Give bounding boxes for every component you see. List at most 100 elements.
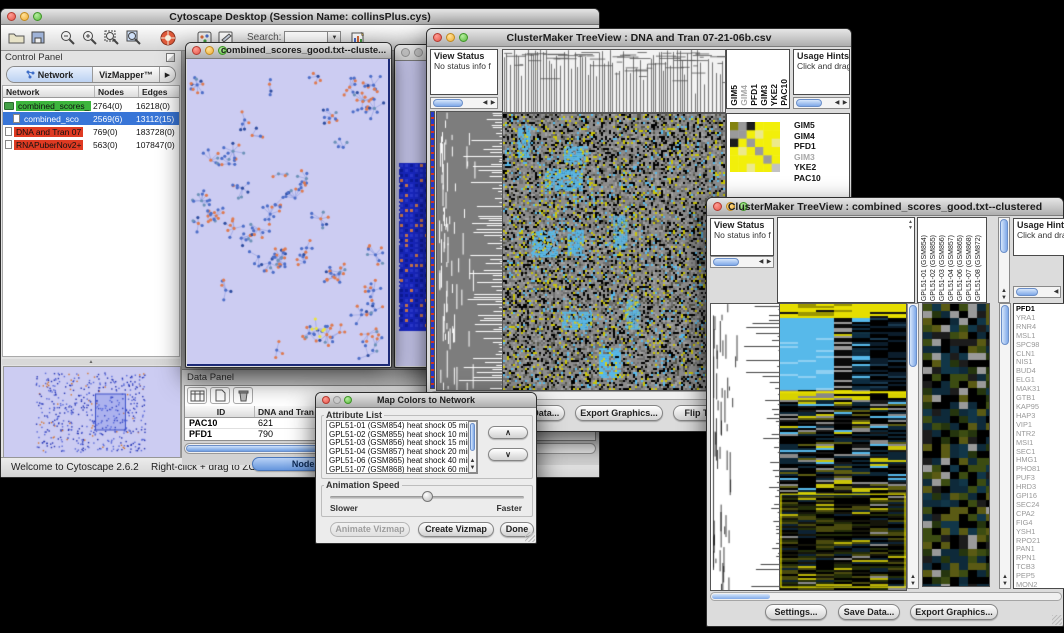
view-status-title: View Status <box>711 219 773 230</box>
treeview2-titlebar[interactable]: ClusterMaker TreeView : combined_scores_… <box>707 198 1063 216</box>
slider-thumb[interactable] <box>422 491 433 502</box>
network-row-rnapuber[interactable]: RNAPuberNov2+ 563(0) 107847(0) <box>3 138 179 151</box>
gene-label[interactable]: GIM3 <box>794 152 821 163</box>
gene-label[interactable]: GIM5 <box>794 120 821 131</box>
tv2-gene-list-panel: PFD1YRA1RNR4MSL1SPC98CLN1NIS1BUD4ELG1MAK… <box>1013 303 1064 589</box>
tab-overflow-arrow[interactable]: ▶ <box>160 67 175 82</box>
col-edges[interactable]: Edges <box>139 86 179 97</box>
gene-label[interactable]: MON2 <box>1016 581 1064 589</box>
main-titlebar[interactable]: Cytoscape Desktop (Session Name: collins… <box>1 9 599 25</box>
scroll-right-icon[interactable]: ▶ <box>765 258 773 266</box>
attribute-items: GPL51-01 (GSM854) heat shock 05 minGPL51… <box>327 421 477 474</box>
tv2-labels-vscrollbar[interactable]: ▲▼ <box>998 217 1010 303</box>
scroll-arrows[interactable]: ▲▼ <box>908 574 918 588</box>
tv2-column-dendrogram-panel[interactable]: ▲▼ <box>777 217 915 303</box>
control-panel: Control Panel Network VizMapper™ ▶ Netwo… <box>1 51 182 459</box>
network-overview-canvas[interactable] <box>3 366 181 458</box>
tv2-row-dendrogram-canvas[interactable] <box>710 303 780 591</box>
attribute-listbox[interactable]: GPL51-01 (GSM854) heat shock 05 minGPL51… <box>326 420 478 474</box>
scroll-left-icon[interactable]: ◀ <box>757 258 765 266</box>
move-down-button[interactable]: ∨ <box>488 448 528 461</box>
attribute-select-icon[interactable] <box>187 387 207 404</box>
gene-label[interactable]: GIM4 <box>794 131 821 142</box>
network-canvas[interactable] <box>187 59 388 364</box>
scroll-left-icon[interactable]: ◀ <box>481 99 489 107</box>
save-session-icon[interactable] <box>27 28 49 48</box>
animation-speed-slider[interactable] <box>330 496 524 499</box>
attribute-list-label: Attribute List <box>324 410 384 420</box>
tv2-bottom-track[interactable] <box>710 592 1062 601</box>
zoom-selected-icon[interactable] <box>123 28 145 48</box>
delete-attribute-icon[interactable] <box>233 387 253 404</box>
tab-vizmapper-label: VizMapper™ <box>99 70 153 80</box>
zoom-in-icon[interactable] <box>79 28 101 48</box>
tv1-heatmap-canvas[interactable] <box>502 113 726 391</box>
scroll-arrows[interactable]: ▲▼ <box>999 288 1009 302</box>
treeview2-window: ClusterMaker TreeView : combined_scores_… <box>706 197 1064 627</box>
tv1-status-hscrollbar[interactable]: ◀▶ <box>430 97 498 109</box>
network-row-combined-scores[interactable]: combined_scores_ 2764(0) 16218(0) <box>3 99 179 112</box>
tv2-zoom-heatmap-canvas[interactable] <box>922 303 990 587</box>
network1-titlebar[interactable]: combined_scores_good.txt--cluste... <box>186 43 391 59</box>
tv1-export-graphics-button[interactable]: Export Graphics... <box>575 405 663 421</box>
data-col-id[interactable]: ID <box>185 406 255 417</box>
tv1-usage-hints-box: Usage Hints Click and drag to <box>793 49 850 95</box>
control-panel-tabs: Network VizMapper™ ▶ <box>6 66 176 83</box>
tv2-export-graphics-button[interactable]: Export Graphics... <box>910 604 998 620</box>
tab-network[interactable]: Network <box>7 67 93 82</box>
tab-vizmapper[interactable]: VizMapper™ <box>93 67 160 82</box>
create-vizmap-button[interactable]: Create Vizmap <box>418 522 494 537</box>
tv1-column-dendrogram-canvas[interactable] <box>502 49 726 113</box>
tv2-usage-hscrollbar[interactable]: ◀ <box>1013 286 1061 298</box>
network-row-dna-tran[interactable]: DNA and Tran 07 769(0) 183728(0) <box>3 125 179 138</box>
gene-label[interactable]: PAC10 <box>794 173 821 184</box>
network-row-selected[interactable]: combined_sco 2569(6) 13112(15) <box>3 112 179 125</box>
scroll-arrows[interactable]: ▲▼ <box>469 458 476 472</box>
scroll-left-icon[interactable]: ◀ <box>1052 288 1060 296</box>
minimize-button[interactable] <box>414 48 423 57</box>
network-edges: 183728(0) <box>136 127 179 137</box>
network-name: combined_sco <box>22 114 81 124</box>
scroll-right-icon[interactable]: ▶ <box>489 99 497 107</box>
tv1-gene-list: GIM5GIM4PFD1GIM3YKE2PAC10 <box>794 120 821 183</box>
tv1-column-labels-panel: GIM5GIM4PFD1GIM3YKE2PAC10 <box>726 49 790 109</box>
col-nodes[interactable]: Nodes <box>95 86 139 97</box>
col-network[interactable]: Network <box>3 86 95 97</box>
new-attribute-icon[interactable] <box>210 387 230 404</box>
tv2-save-data-button[interactable]: Save Data... <box>838 604 900 620</box>
resize-grip[interactable] <box>525 532 535 542</box>
map-colors-dialog: Map Colors to Network Attribute List GPL… <box>315 392 537 544</box>
tv1-usage-hscrollbar[interactable]: ◀▶ <box>793 97 850 109</box>
attribute-item[interactable]: GPL51-07 (GSM868) heat shock 60 min <box>329 466 477 474</box>
tv1-correlation-matrix-canvas[interactable] <box>730 122 780 172</box>
tv2-status-hscrollbar[interactable]: ◀▶ <box>710 256 774 268</box>
scroll-left-icon[interactable]: ◀ <box>833 99 841 107</box>
scroll-arrows[interactable]: ▲▼ <box>1000 574 1010 588</box>
animate-vizmap-button[interactable]: Animate Vizmap <box>330 522 410 537</box>
tv2-zoom-vscrollbar[interactable]: ▲▼ <box>999 303 1011 589</box>
network-tree-icon <box>26 66 35 83</box>
move-up-button[interactable]: ∧ <box>488 426 528 439</box>
scroll-right-icon[interactable]: ▶ <box>841 99 849 107</box>
column-label: GIM5 <box>729 85 739 106</box>
zoom-out-icon[interactable] <box>57 28 79 48</box>
attribute-list-vscrollbar[interactable]: ▲▼ <box>468 421 477 473</box>
dialog-titlebar[interactable]: Map Colors to Network <box>316 393 536 408</box>
panel-divider[interactable]: ▲ <box>2 359 180 365</box>
zoom-fit-icon[interactable] <box>101 28 123 48</box>
gene-label[interactable]: YKE2 <box>794 162 821 173</box>
network-nodes: 563(0) <box>93 140 136 150</box>
tv2-settings-button[interactable]: Settings... <box>765 604 827 620</box>
tv1-row-dendrogram-canvas[interactable] <box>436 111 504 391</box>
mini-scroll-arrows[interactable]: ▲▼ <box>908 219 913 231</box>
resize-grip[interactable] <box>1052 615 1062 625</box>
tv2-heatmap-vscrollbar[interactable]: ▲▼ <box>907 303 919 589</box>
float-panel-icon[interactable] <box>166 53 175 62</box>
network1-canvas-area[interactable] <box>187 59 390 366</box>
close-button[interactable] <box>401 48 410 57</box>
tv2-heatmap-canvas[interactable] <box>779 303 907 591</box>
help-lifering-icon[interactable] <box>157 28 179 48</box>
gene-label[interactable]: PFD1 <box>794 141 821 152</box>
treeview1-titlebar[interactable]: ClusterMaker TreeView : DNA and Tran 07-… <box>427 29 851 47</box>
open-session-icon[interactable] <box>5 28 27 48</box>
